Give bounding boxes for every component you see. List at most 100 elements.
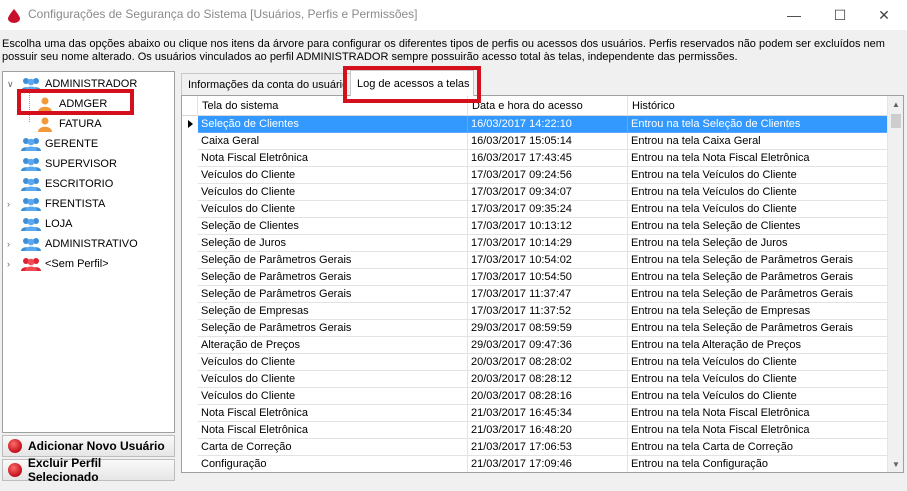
cell-datetime[interactable]: 29/03/2017 09:47:36 bbox=[468, 337, 628, 354]
cell-datetime[interactable]: 29/03/2017 08:59:59 bbox=[468, 320, 628, 337]
tree-item-escritorio[interactable]: ESCRITORIO bbox=[21, 174, 113, 194]
cell-screen[interactable]: Veículos do Cliente bbox=[198, 371, 468, 388]
cell-screen[interactable]: Veículos do Cliente bbox=[198, 167, 468, 184]
cell-screen[interactable]: Seleção de Empresas bbox=[198, 303, 468, 320]
cell-history[interactable]: Entrou na tela Seleção de Parâmetros Ger… bbox=[628, 269, 888, 286]
cell-datetime[interactable]: 17/03/2017 10:54:50 bbox=[468, 269, 628, 286]
table-row[interactable]: Veículos do Cliente 20/03/2017 08:28:16 En… bbox=[182, 388, 888, 405]
maximize-button[interactable]: ☐ bbox=[817, 0, 863, 30]
cell-history[interactable]: Entrou na tela Seleção de Parâmetros Ger… bbox=[628, 320, 888, 337]
cell-datetime[interactable]: 16/03/2017 14:22:10 bbox=[468, 116, 628, 133]
cell-datetime[interactable]: 17/03/2017 09:35:24 bbox=[468, 201, 628, 218]
table-row[interactable]: Veículos do Cliente 17/03/2017 09:24:56 En… bbox=[182, 167, 888, 184]
cell-history[interactable]: Entrou na tela Veículos do Cliente bbox=[628, 201, 888, 218]
tree-item-supervisor[interactable]: SUPERVISOR bbox=[21, 154, 117, 174]
cell-screen[interactable]: Configuração bbox=[198, 456, 468, 472]
cell-screen[interactable]: Veículos do Cliente bbox=[198, 201, 468, 218]
cell-history[interactable]: Entrou na tela Seleção de Parâmetros Ger… bbox=[628, 286, 888, 303]
cell-history[interactable]: Entrou na tela Seleção de Juros bbox=[628, 235, 888, 252]
table-row[interactable]: Alteração de Preços 29/03/2017 09:47:36 En… bbox=[182, 337, 888, 354]
table-row[interactable]: Veículos do Cliente 17/03/2017 09:35:24 En… bbox=[182, 201, 888, 218]
cell-datetime[interactable]: 17/03/2017 09:24:56 bbox=[468, 167, 628, 184]
cell-datetime[interactable]: 21/03/2017 16:48:20 bbox=[468, 422, 628, 439]
table-row[interactable]: Veículos do Cliente 20/03/2017 08:28:02 En… bbox=[182, 354, 888, 371]
cell-datetime[interactable]: 16/03/2017 15:05:14 bbox=[468, 133, 628, 150]
tree-item-gerente[interactable]: GERENTE bbox=[21, 134, 98, 154]
cell-history[interactable]: Entrou na tela Nota Fiscal Eletrônica bbox=[628, 422, 888, 439]
expand-icon[interactable]: › bbox=[7, 200, 15, 209]
cell-screen[interactable]: Seleção de Parâmetros Gerais bbox=[198, 269, 468, 286]
cell-history[interactable]: Entrou na tela Configuração bbox=[628, 456, 888, 472]
vertical-scrollbar[interactable]: ▲ ▼ bbox=[887, 96, 903, 472]
cell-screen[interactable]: Veículos do Cliente bbox=[198, 184, 468, 201]
tree-item-fatura[interactable]: FATURA bbox=[37, 114, 102, 134]
cell-datetime[interactable]: 17/03/2017 10:54:02 bbox=[468, 252, 628, 269]
table-row[interactable]: Carta de Correção 21/03/2017 17:06:53 Entr… bbox=[182, 439, 888, 456]
table-row[interactable]: Seleção de Parâmetros Gerais 17/03/2017 1… bbox=[182, 269, 888, 286]
table-row[interactable]: Veículos do Cliente 20/03/2017 08:28:12 En… bbox=[182, 371, 888, 388]
minimize-button[interactable]: — bbox=[771, 0, 817, 30]
table-row[interactable]: Seleção de Parâmetros Gerais 17/03/2017 1… bbox=[182, 286, 888, 303]
scroll-down-icon[interactable]: ▼ bbox=[888, 456, 903, 472]
cell-history[interactable]: Entrou na tela Caixa Geral bbox=[628, 133, 888, 150]
tree-item-frentista[interactable]: › FRENTISTA bbox=[7, 194, 105, 214]
cell-history[interactable]: Entrou na tela Seleção de Clientes bbox=[628, 116, 888, 133]
cell-datetime[interactable]: 17/03/2017 10:14:29 bbox=[468, 235, 628, 252]
cell-datetime[interactable]: 20/03/2017 08:28:02 bbox=[468, 354, 628, 371]
tab-account-info[interactable]: Informações da conta do usuário bbox=[181, 73, 351, 95]
table-row[interactable]: Configuração 21/03/2017 17:09:46 Entrou na… bbox=[182, 456, 888, 472]
cell-history[interactable]: Entrou na tela Seleção de Clientes bbox=[628, 218, 888, 235]
cell-datetime[interactable]: 17/03/2017 10:13:12 bbox=[468, 218, 628, 235]
cell-screen[interactable]: Veículos do Cliente bbox=[198, 354, 468, 371]
cell-history[interactable]: Entrou na tela Veículos do Cliente bbox=[628, 388, 888, 405]
cell-history[interactable]: Entrou na tela Veículos do Cliente bbox=[628, 167, 888, 184]
cell-screen[interactable]: Nota Fiscal Eletrônica bbox=[198, 422, 468, 439]
delete-profile-button[interactable]: Excluir Perfil Selecionado bbox=[2, 456, 175, 484]
cell-datetime[interactable]: 17/03/2017 11:37:47 bbox=[468, 286, 628, 303]
tree-item-administrativo[interactable]: › ADMINISTRATIVO bbox=[7, 234, 138, 254]
cell-screen[interactable]: Seleção de Juros bbox=[198, 235, 468, 252]
cell-screen[interactable]: Seleção de Clientes bbox=[198, 116, 468, 133]
table-row[interactable]: Seleção de Clientes 17/03/2017 10:13:12 En… bbox=[182, 218, 888, 235]
cell-datetime[interactable]: 17/03/2017 11:37:52 bbox=[468, 303, 628, 320]
expand-icon[interactable]: ∨ bbox=[7, 80, 15, 89]
table-row[interactable]: Seleção de Clientes 16/03/2017 14:22:10 En… bbox=[182, 116, 888, 133]
cell-datetime[interactable]: 21/03/2017 16:45:34 bbox=[468, 405, 628, 422]
cell-screen[interactable]: Nota Fiscal Eletrônica bbox=[198, 405, 468, 422]
cell-screen[interactable]: Veículos do Cliente bbox=[198, 388, 468, 405]
cell-datetime[interactable]: 17/03/2017 09:34:07 bbox=[468, 184, 628, 201]
cell-history[interactable]: Entrou na tela Alteração de Preços bbox=[628, 337, 888, 354]
scroll-thumb[interactable] bbox=[891, 114, 901, 128]
scroll-up-icon[interactable]: ▲ bbox=[888, 96, 903, 112]
cell-history[interactable]: Entrou na tela Seleção de Empresas bbox=[628, 303, 888, 320]
table-row[interactable]: Nota Fiscal Eletrônica 21/03/2017 16:45:3… bbox=[182, 405, 888, 422]
tree-item-loja[interactable]: LOJA bbox=[21, 214, 73, 234]
table-row[interactable]: Nota Fiscal Eletrônica 21/03/2017 16:48:2… bbox=[182, 422, 888, 439]
column-header-datetime[interactable]: Data e hora do acesso bbox=[468, 96, 628, 116]
cell-screen[interactable]: Caixa Geral bbox=[198, 133, 468, 150]
cell-screen[interactable]: Seleção de Clientes bbox=[198, 218, 468, 235]
cell-history[interactable]: Entrou na tela Nota Fiscal Eletrônica bbox=[628, 405, 888, 422]
table-row[interactable]: Seleção de Parâmetros Gerais 17/03/2017 1… bbox=[182, 252, 888, 269]
cell-datetime[interactable]: 20/03/2017 08:28:16 bbox=[468, 388, 628, 405]
expand-icon[interactable]: › bbox=[7, 240, 15, 249]
access-log-grid[interactable]: Tela do sistema Data e hora do acesso Hi… bbox=[181, 95, 904, 473]
cell-screen[interactable]: Seleção de Parâmetros Gerais bbox=[198, 320, 468, 337]
cell-datetime[interactable]: 21/03/2017 17:09:46 bbox=[468, 456, 628, 472]
table-row[interactable]: Seleção de Juros 17/03/2017 10:14:29 Entro… bbox=[182, 235, 888, 252]
cell-screen[interactable]: Nota Fiscal Eletrônica bbox=[198, 150, 468, 167]
table-row[interactable]: Caixa Geral 16/03/2017 15:05:14 Entrou na … bbox=[182, 133, 888, 150]
table-row[interactable]: Seleção de Empresas 17/03/2017 11:37:52 En… bbox=[182, 303, 888, 320]
table-row[interactable]: Veículos do Cliente 17/03/2017 09:34:07 En… bbox=[182, 184, 888, 201]
table-row[interactable]: Nota Fiscal Eletrônica 16/03/2017 17:43:4… bbox=[182, 150, 888, 167]
cell-history[interactable]: Entrou na tela Veículos do Cliente bbox=[628, 184, 888, 201]
close-button[interactable]: ✕ bbox=[861, 0, 907, 30]
cell-history[interactable]: Entrou na tela Veículos do Cliente bbox=[628, 354, 888, 371]
add-user-button[interactable]: Adicionar Novo Usuário bbox=[2, 435, 175, 457]
expand-icon[interactable]: › bbox=[7, 260, 15, 269]
cell-datetime[interactable]: 20/03/2017 08:28:12 bbox=[468, 371, 628, 388]
cell-screen[interactable]: Alteração de Preços bbox=[198, 337, 468, 354]
cell-screen[interactable]: Carta de Correção bbox=[198, 439, 468, 456]
cell-history[interactable]: Entrou na tela Carta de Correção bbox=[628, 439, 888, 456]
profile-tree[interactable]: ∨ ADMINISTRADOR ADMGER FATURA GERENTE SU… bbox=[2, 71, 175, 433]
